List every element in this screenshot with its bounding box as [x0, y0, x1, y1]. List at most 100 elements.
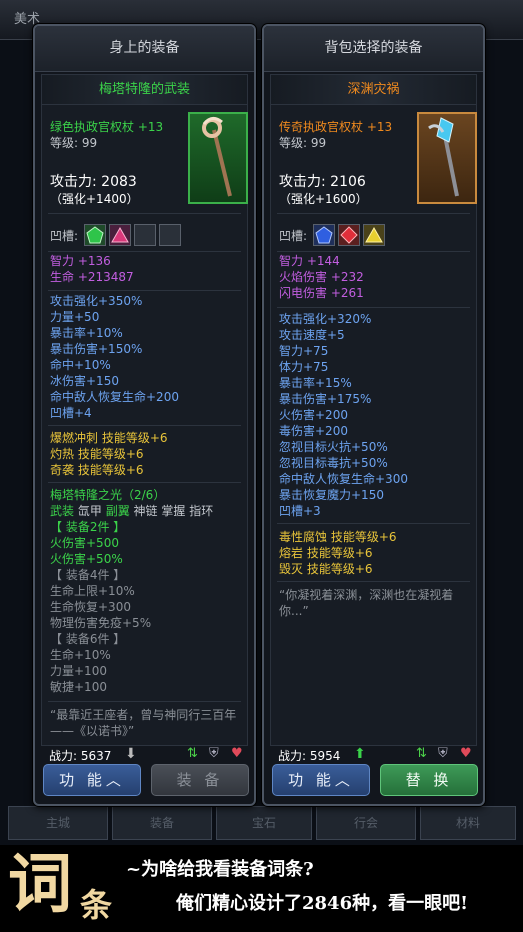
item-name: 梅塔特隆的武装 — [42, 75, 247, 105]
divider — [48, 290, 241, 291]
divider — [277, 307, 470, 308]
extra-stat: 凹槽+4 — [50, 406, 92, 420]
item-flavor-text: “最靠近王座者，曾与神同行三百年——《以诺书》” — [50, 708, 237, 738]
armor-compare-icon[interactable]: ⛨ — [438, 746, 448, 762]
attack-value: 攻击力: 2106 — [279, 174, 366, 190]
set-bonus-stat: 火伤害+500 — [50, 536, 119, 550]
ruby-gem-icon — [338, 224, 360, 246]
skill-stat: 毒性腐蚀 技能等级+6 — [279, 530, 397, 544]
set-part-owned: 副翼 — [105, 504, 130, 518]
divider — [277, 251, 470, 252]
equipped-panel-title: 身上的装备 — [35, 26, 254, 72]
heart-compare-icon[interactable]: ♥ — [231, 746, 243, 762]
background-tab-equip: 装备 — [112, 806, 212, 840]
skill-stat: 奇袭 技能等级+6 — [50, 463, 144, 477]
divider — [277, 581, 470, 582]
extra-stat: 攻击强化+350% — [50, 294, 143, 308]
extra-stat: 暴击率+10% — [50, 326, 123, 340]
swap-button[interactable]: 替 换 — [380, 764, 478, 796]
equipped-panel: 身上的装备 梅塔特隆的武装 绿色执政官权杖 +13 等级: 99 攻击力: 20… — [33, 24, 256, 806]
divider — [277, 523, 470, 524]
set-part: 掌握 — [161, 504, 186, 518]
power-value: 战力: 5954 — [278, 749, 341, 763]
extra-stat: 暴击伤害+175% — [279, 392, 372, 406]
extra-stat: 命中+10% — [50, 358, 111, 372]
attack-value: 攻击力: 2083 — [50, 174, 137, 190]
extra-stat: 命中敌人恢复生命+300 — [279, 472, 408, 486]
item-flavor-text: “你凝视着深渊，深渊也在凝视着你...” — [279, 588, 454, 618]
extra-stat: 暴击率+15% — [279, 376, 352, 390]
base-stat: 火焰伤害 +232 — [279, 270, 364, 284]
banner-small-char: 条 — [80, 886, 113, 924]
promo-banner: 词 条 ~为啥给我看装备词条? 俺们精心设计了2846种，看一眼吧! — [0, 845, 523, 932]
empty-socket — [159, 224, 181, 246]
screen: 美术 主城 装备 宝石 行会 材料 身上的装备 梅塔特隆的武装 绿色执政官权杖 … — [0, 0, 523, 932]
set-bonus-stat: 生命恢复+300 — [50, 600, 131, 614]
extra-stat: 毒伤害+200 — [279, 424, 348, 438]
item-type: 绿色执政官权杖 +13 — [50, 120, 164, 134]
function-button[interactable]: 功 能︿ — [272, 764, 370, 796]
banner-big-char: 词 — [8, 847, 72, 922]
backpack-item-card: 深渊灾祸 传奇执政官权杖 +13 等级: 99 攻击力: 2106 （强化+16… — [270, 74, 477, 746]
skill-stat: 熔岩 技能等级+6 — [279, 546, 373, 560]
divider — [48, 251, 241, 252]
amethyst-gem-icon — [109, 224, 131, 246]
sockets-label: 凹槽: — [50, 229, 79, 243]
base-stat: 闪电伤害 +261 — [279, 286, 364, 300]
base-stat: 智力 +144 — [279, 254, 340, 268]
skill-stat: 爆燃冲刺 技能等级+6 — [50, 431, 168, 445]
set-bonus-label: 【 装备2件 】 — [50, 520, 126, 534]
function-button-label: 功 能 — [59, 771, 106, 789]
heart-compare-icon[interactable]: ♥ — [460, 746, 472, 762]
divider — [48, 425, 241, 426]
function-button-label: 功 能 — [288, 771, 335, 789]
empty-socket — [134, 224, 156, 246]
set-bonus-stat: 生命上限+10% — [50, 584, 135, 598]
base-stat: 智力 +136 — [50, 254, 111, 268]
armor-compare-icon[interactable]: ⛨ — [209, 746, 219, 762]
background-tab-material: 材料 — [420, 806, 516, 840]
set-bonus-stat: 力量+100 — [50, 664, 107, 678]
set-part-owned: 武装 — [50, 504, 75, 518]
set-part: 氙甲 — [77, 504, 102, 518]
extra-stat: 智力+75 — [279, 344, 329, 358]
skill-stat: 灼热 技能等级+6 — [50, 447, 144, 461]
compare-arrows-icon[interactable]: ⇅ — [416, 746, 427, 762]
background-tab-gem: 宝石 — [216, 806, 312, 840]
arrow-up-icon: ⬆ — [354, 746, 366, 762]
extra-stat: 暴击伤害+150% — [50, 342, 143, 356]
staff-icon — [417, 112, 477, 204]
compare-arrows-icon[interactable]: ⇅ — [187, 746, 198, 762]
banner-line-1: ~为啥给我看装备词条? — [126, 859, 314, 880]
backpack-panel: 背包选择的装备 深渊灾祸 传奇执政官权杖 +13 等级: 99 攻击力: 210… — [262, 24, 485, 806]
arrow-down-icon: ⬇ — [125, 746, 137, 762]
set-bonus-stat: 生命+10% — [50, 648, 111, 662]
item-level: 等级: 99 — [279, 136, 327, 150]
enhance-value: （强化+1400） — [50, 192, 139, 206]
skill-stat: 毁灭 技能等级+6 — [279, 562, 373, 576]
emerald-gem-icon — [84, 224, 106, 246]
divider — [48, 482, 241, 483]
chevron-up-icon: ︿ — [105, 771, 125, 789]
extra-stat: 力量+50 — [50, 310, 100, 324]
set-part: 指环 — [189, 504, 214, 518]
extra-stat: 攻击强化+320% — [279, 312, 372, 326]
item-type: 传奇执政官权杖 +13 — [279, 120, 393, 134]
topaz-gem-icon — [363, 224, 385, 246]
extra-stat: 凹槽+3 — [279, 504, 321, 518]
extra-stat: 攻击速度+5 — [279, 328, 345, 342]
function-button[interactable]: 功 能︿ — [43, 764, 141, 796]
set-bonus-label: 【 装备6件 】 — [50, 632, 126, 646]
extra-stat: 体力+75 — [279, 360, 329, 374]
banner-line-2: 俺们精心设计了2846种，看一眼吧! — [176, 893, 468, 914]
item-level: 等级: 99 — [50, 136, 98, 150]
chevron-up-icon: ︿ — [334, 771, 354, 789]
enhance-value: （强化+1600） — [279, 192, 368, 206]
set-bonus-label: 【 装备4件 】 — [50, 568, 126, 582]
extra-stat: 冰伤害+150 — [50, 374, 119, 388]
extra-stat: 火伤害+200 — [279, 408, 348, 422]
equip-button[interactable]: 装 备 — [151, 764, 249, 796]
set-bonus-stat: 火伤害+50% — [50, 552, 123, 566]
extra-stat: 暴击恢复魔力+150 — [279, 488, 384, 502]
set-bonus-stat: 敏捷+100 — [50, 680, 107, 694]
